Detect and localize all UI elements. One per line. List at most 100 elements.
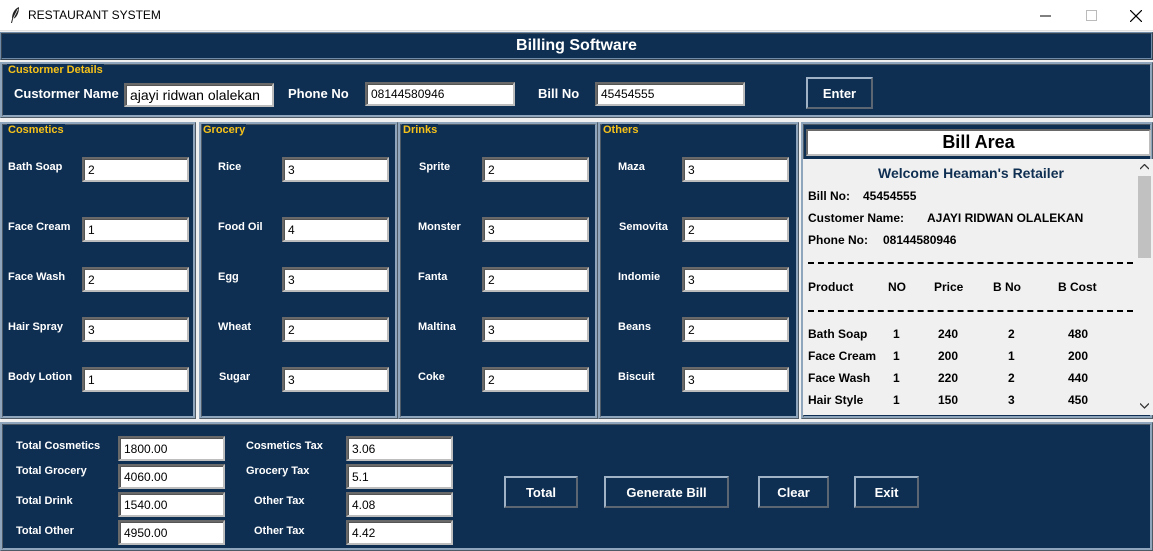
wheat-label: Wheat: [218, 321, 251, 333]
scroll-up-icon[interactable]: [1140, 164, 1149, 170]
bath-soap-input[interactable]: 2: [82, 157, 189, 182]
sugar-input[interactable]: 3: [282, 367, 389, 392]
total-drink-label: Total Drink: [16, 495, 73, 507]
biscuit-input[interactable]: 3: [682, 367, 789, 392]
semovita-label: Semovita: [619, 221, 668, 233]
monster-label: Monster: [418, 221, 461, 233]
egg-input[interactable]: 3: [282, 267, 389, 292]
monster-input[interactable]: 3: [482, 217, 589, 242]
coke-input[interactable]: 2: [482, 367, 589, 392]
indomie-label: Indomie: [618, 271, 661, 283]
total-button[interactable]: Total: [504, 476, 578, 508]
generate-bill-button[interactable]: Generate Bill: [604, 476, 729, 508]
coke-label: Coke: [418, 371, 445, 383]
other-tax-field[interactable]: 4.42: [346, 520, 453, 545]
bill-no-input[interactable]: 45454555: [595, 82, 745, 106]
face-cream-label: Face Cream: [8, 221, 71, 233]
bill-no-label: Bill No:: [808, 189, 850, 203]
maltina-label: Maltina: [418, 321, 456, 333]
total-grocery-label: Total Grocery: [16, 465, 87, 477]
bill-col-product: Product: [808, 280, 854, 294]
indomie-input[interactable]: 3: [682, 267, 789, 292]
other-tax-label: Other Tax: [254, 525, 305, 537]
bill-col-bno: B No: [993, 280, 1021, 294]
sugar-label: Sugar: [219, 371, 251, 383]
bill-row-bcost: 480: [1068, 327, 1089, 341]
bill-phone-label: Phone No:: [808, 233, 868, 247]
customer-name-label: Custormer Name: [14, 86, 119, 101]
window-title: RESTAURANT SYSTEM: [28, 8, 161, 22]
cosmetics-tax-label: Cosmetics Tax: [246, 440, 323, 452]
other-tax-label: Other Tax: [254, 495, 305, 507]
customer-details-legend: Custormer Details: [7, 64, 104, 76]
exit-button[interactable]: Exit: [854, 476, 919, 508]
clear-button[interactable]: Clear: [758, 476, 829, 508]
bill-textbox[interactable]: Welcome Heaman's Retailer Bill No: 45454…: [803, 159, 1136, 415]
bill-divider: [808, 262, 1133, 264]
body-lotion-input[interactable]: 1: [82, 367, 189, 392]
total-other-field[interactable]: 4950.00: [118, 520, 225, 545]
bill-scrollbar[interactable]: [1136, 159, 1153, 415]
phone-label: Phone No: [288, 86, 349, 101]
maltina-input[interactable]: 3: [482, 317, 589, 342]
wheat-input[interactable]: 2: [282, 317, 389, 342]
title-bar: RESTAURANT SYSTEM: [0, 0, 1153, 31]
hair-spray-input[interactable]: 3: [82, 317, 189, 342]
semovita-input[interactable]: 2: [682, 217, 789, 242]
customer-name-input[interactable]: ajayi ridwan olalekan: [124, 83, 274, 107]
bill-row-bno: 2: [1008, 327, 1015, 341]
total-grocery-field[interactable]: 4060.00: [118, 464, 225, 489]
biscuit-label: Biscuit: [618, 371, 655, 383]
food-oil-input[interactable]: 4: [282, 217, 389, 242]
total-drink-field[interactable]: 1540.00: [118, 492, 225, 517]
bill-row-product: Bath Soap: [808, 327, 868, 341]
fanta-input[interactable]: 2: [482, 267, 589, 292]
face-cream-input[interactable]: 1: [82, 217, 189, 242]
grocery-tax-label: Grocery Tax: [246, 465, 310, 477]
grocery-tax-field[interactable]: 5.1: [346, 464, 453, 489]
maximize-button[interactable]: [1068, 0, 1114, 31]
egg-label: Egg: [218, 271, 239, 283]
close-button[interactable]: [1113, 0, 1153, 31]
bill-row-product: Face Cream: [808, 349, 877, 363]
header-banner: Billing Software: [0, 32, 1153, 60]
bill-customer-label: Customer Name:: [808, 211, 905, 225]
bill-row-product: Hair Style: [808, 393, 864, 407]
total-cosmetics-field[interactable]: 1800.00: [118, 436, 225, 461]
face-wash-input[interactable]: 2: [82, 267, 189, 292]
rice-label: Rice: [218, 161, 242, 173]
other-tax-field[interactable]: 4.08: [346, 492, 453, 517]
maza-label: Maza: [618, 161, 645, 173]
bill-row-bno: 1: [1008, 349, 1015, 363]
sprite-label: Sprite: [419, 161, 451, 173]
bill-customer-value: AJAYI RIDWAN OLALEKAN: [927, 211, 1084, 225]
bill-row-no: 1: [893, 349, 900, 363]
total-cosmetics-label: Total Cosmetics: [16, 440, 101, 452]
minimize-button[interactable]: [1022, 0, 1068, 31]
scroll-down-icon[interactable]: [1140, 403, 1149, 409]
grocery-legend: Grocery: [202, 124, 247, 136]
face-wash-label: Face Wash: [8, 271, 66, 283]
maza-input[interactable]: 3: [682, 157, 789, 182]
bill-row-price: 240: [938, 327, 959, 341]
bill-row-price: 200: [938, 349, 959, 363]
bill-row-bcost: 200: [1068, 349, 1089, 363]
phone-input[interactable]: 08144580946: [365, 82, 515, 106]
bill-col-price: Price: [934, 280, 964, 294]
drinks-legend: Drinks: [402, 124, 439, 136]
total-other-label: Total Other: [16, 525, 74, 537]
bill-row-bcost: 450: [1068, 393, 1089, 407]
rice-input[interactable]: 3: [282, 157, 389, 182]
bill-no-value: 45454555: [863, 189, 917, 203]
beans-input[interactable]: 2: [682, 317, 789, 342]
cosmetics-tax-field[interactable]: 3.06: [346, 436, 453, 461]
beans-label: Beans: [618, 321, 652, 333]
body-lotion-label: Body Lotion: [8, 371, 73, 383]
bill-no-label: Bill No: [538, 86, 580, 101]
bill-row-product: Face Wash: [808, 371, 871, 385]
enter-button[interactable]: Enter: [806, 77, 873, 109]
bill-row-price: 220: [938, 371, 959, 385]
bill-phone-value: 08144580946: [883, 233, 957, 247]
scrollbar-thumb[interactable]: [1138, 176, 1151, 258]
sprite-input[interactable]: 2: [482, 157, 589, 182]
